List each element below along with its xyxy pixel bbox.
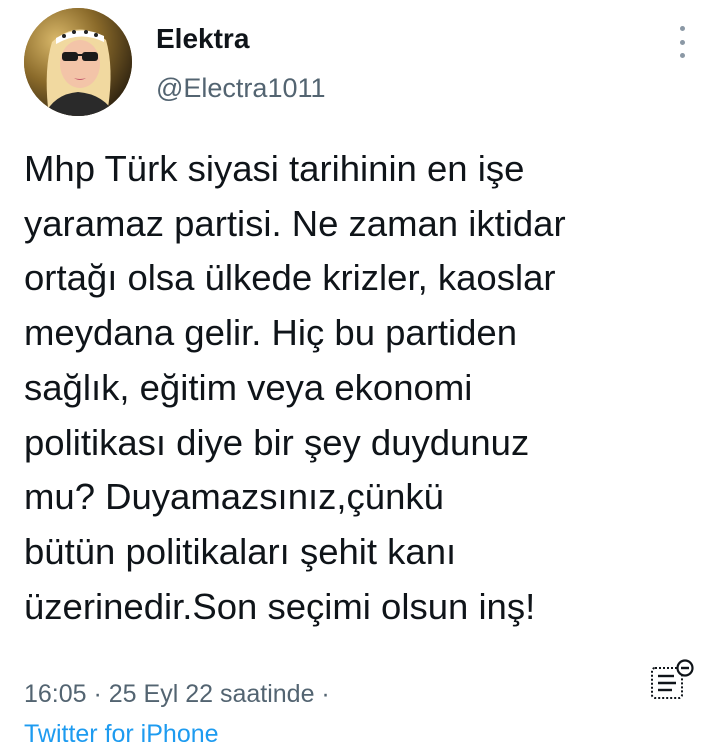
tweet-date[interactable]: 25 Eyl 22 saatinde xyxy=(109,680,315,708)
more-vertical-icon xyxy=(679,26,685,31)
avatar[interactable] xyxy=(24,8,132,116)
avatar-image xyxy=(24,8,132,116)
more-options-button[interactable] xyxy=(672,26,692,58)
meta-separator-trailing: · xyxy=(314,680,330,708)
tweet-text: Mhp Türk siyasi tarihinin en işe yaramaz… xyxy=(24,148,566,627)
tweet-source-link[interactable]: Twitter for iPhone xyxy=(24,717,219,751)
author-display-name[interactable]: Elektra xyxy=(156,22,249,56)
birdwatch-notes-icon[interactable] xyxy=(648,658,696,706)
meta-separator: · xyxy=(86,680,109,708)
tweet-meta: 16:05 · 25 Eyl 22 saatinde · xyxy=(24,677,330,711)
tweet-time[interactable]: 16:05 xyxy=(24,680,87,708)
author-handle[interactable]: @Electra1011 xyxy=(156,72,326,104)
